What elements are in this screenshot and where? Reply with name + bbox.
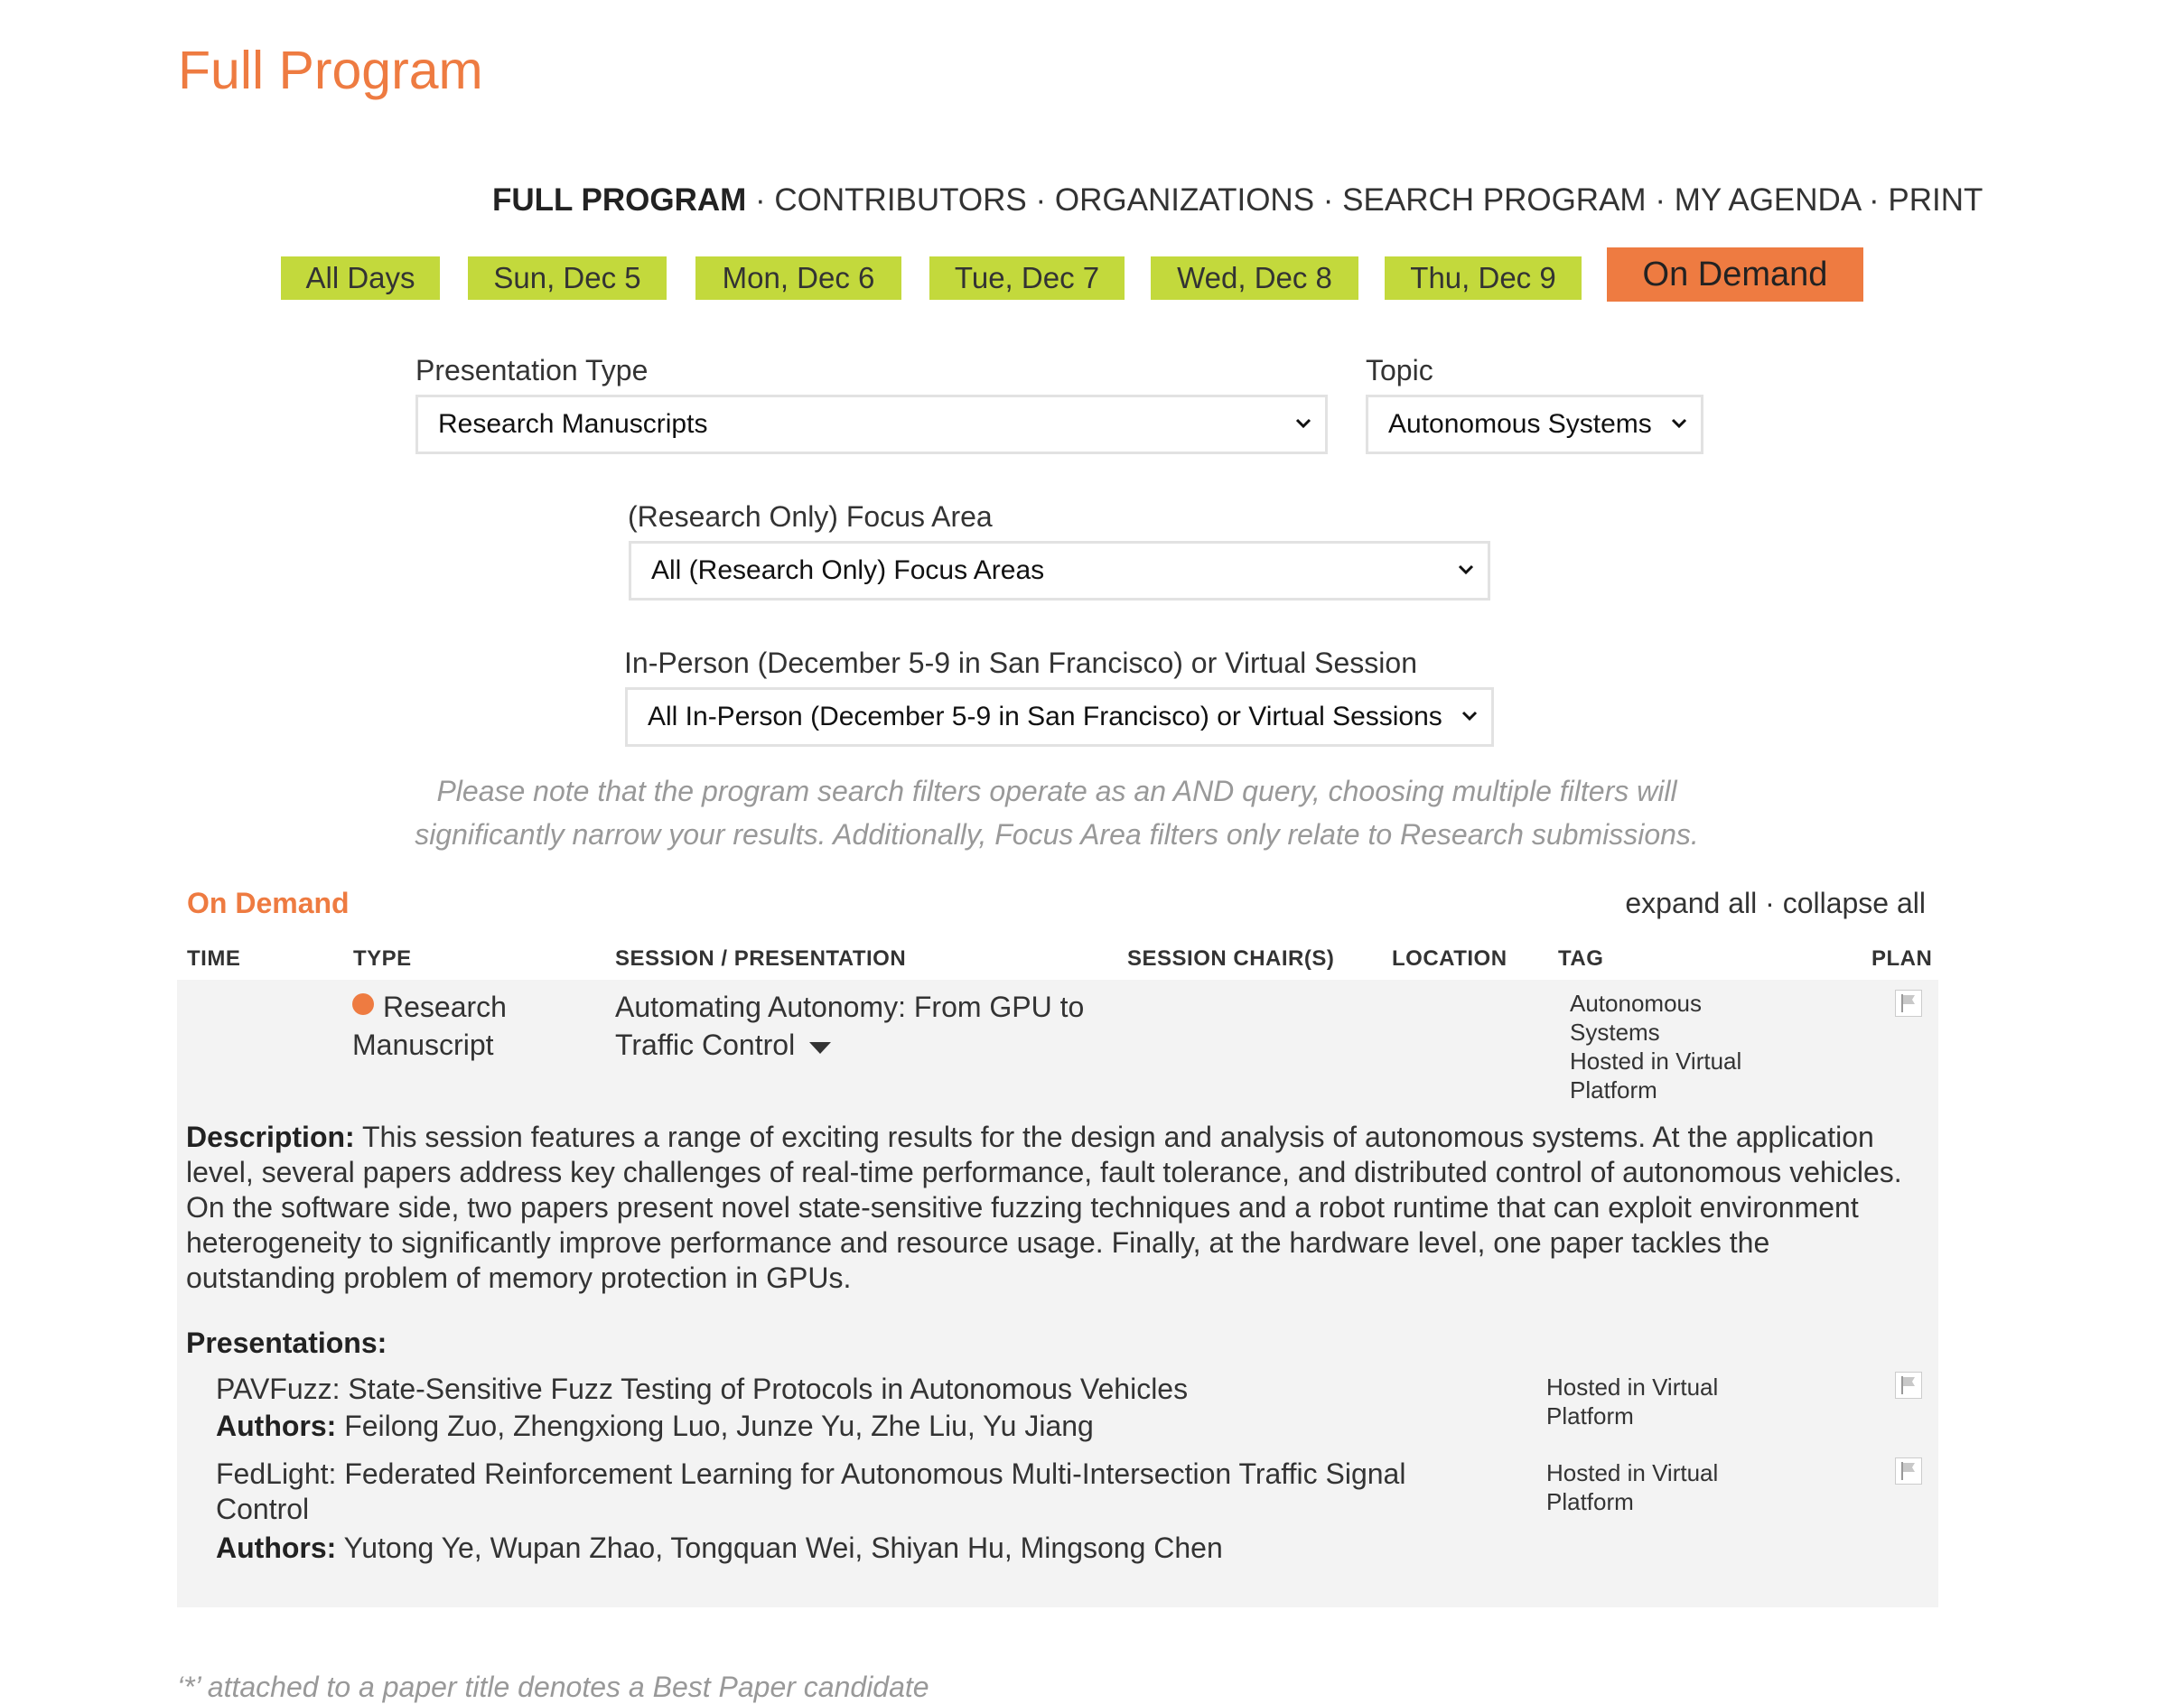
description-line: outstanding problem of memory protection… [186, 1262, 852, 1294]
tag-line: Autonomous [1570, 990, 1702, 1017]
link-separator: · [1757, 887, 1783, 919]
nav-my-agenda[interactable]: MY AGENDA [1675, 182, 1861, 218]
nav-separator: · [1026, 182, 1055, 218]
topic-value: Autonomous Systems [1388, 409, 1652, 439]
day-button-sun-dec-5[interactable]: Sun, Dec 5 [468, 256, 667, 300]
column-header-plan: PLAN [1871, 946, 1933, 971]
filter-note-line: significantly narrow your results. Addit… [415, 818, 1699, 851]
presentation-item: FedLight: Federated Reinforcement Learni… [216, 1457, 1405, 1566]
focus-area-value: All (Research Only) Focus Areas [651, 555, 1045, 585]
presentation-title[interactable]: FedLight: Federated Reinforcement Learni… [216, 1457, 1405, 1492]
column-header-tag: TAG [1558, 946, 1604, 971]
filter-note: Please note that the program search filt… [343, 769, 1770, 856]
tag-line: Platform [1570, 1076, 1657, 1103]
filter-note-line: Please note that the program search filt… [436, 775, 1677, 807]
topic-select[interactable]: Autonomous Systems [1366, 395, 1703, 454]
status-dot-icon [352, 993, 374, 1015]
session-type-line: Manuscript [352, 1029, 494, 1061]
session-title-line: Traffic Control [615, 1029, 796, 1061]
presentation-tags: Hosted in Virtual Platform [1546, 1373, 1718, 1430]
day-button-all-days[interactable]: All Days [281, 256, 440, 300]
session-title-line: Automating Autonomy: From GPU to [615, 991, 1085, 1023]
nav-separator: · [1860, 182, 1889, 218]
nav-separator: · [746, 182, 775, 218]
day-button-mon-dec-6[interactable]: Mon, Dec 6 [695, 256, 901, 300]
day-button-on-demand[interactable]: On Demand [1607, 247, 1863, 302]
description-line: On the software side, two papers present… [186, 1191, 1859, 1224]
nav-search-program[interactable]: SEARCH PROGRAM [1342, 182, 1646, 218]
description-line: heterogeneity to significantly improve p… [186, 1226, 1770, 1259]
session-title[interactable]: Automating Autonomy: From GPU to Traffic… [615, 988, 1084, 1064]
tag-line: Systems [1570, 1019, 1660, 1046]
column-header-time: TIME [187, 946, 241, 971]
nav-print[interactable]: PRINT [1888, 182, 1983, 218]
flag-icon[interactable] [1895, 1372, 1922, 1399]
chevron-down-icon [1671, 418, 1687, 429]
page-title: Full Program [178, 41, 483, 100]
section-heading: On Demand [187, 887, 350, 919]
topic-label: Topic [1366, 354, 1433, 386]
session-description: Description: This session features a ran… [186, 1120, 1902, 1296]
session-type-line: Research [383, 991, 507, 1023]
tag-line: Platform [1546, 1402, 1634, 1429]
tag-line: Hosted in Virtual [1546, 1373, 1719, 1401]
description-line: level, several papers address key challe… [186, 1156, 1902, 1188]
chevron-down-icon [1458, 564, 1474, 575]
caret-down-icon[interactable] [808, 1040, 832, 1055]
presentation-title[interactable]: Control [216, 1492, 1405, 1527]
presentation-authors: Yutong Ye, Wupan Zhao, Tongquan Wei, Shi… [343, 1532, 1223, 1564]
collapse-all-link[interactable]: collapse all [1783, 887, 1926, 919]
day-button-wed-dec-8[interactable]: Wed, Dec 8 [1151, 256, 1358, 300]
expand-collapse-controls: expand all · collapse all [1625, 887, 1926, 920]
flag-icon[interactable] [1895, 1457, 1922, 1485]
nav-organizations[interactable]: ORGANIZATIONS [1055, 182, 1314, 218]
session-tags: Autonomous Systems Hosted in Virtual Pla… [1570, 989, 1741, 1104]
column-header-session: SESSION / PRESENTATION [615, 946, 907, 971]
focus-area-label: (Research Only) Focus Area [628, 500, 993, 533]
presentation-title[interactable]: PAVFuzz: State-Sensitive Fuzz Testing of… [216, 1371, 1188, 1408]
nav-full-program[interactable]: FULL PROGRAM [492, 182, 746, 218]
nav-contributors[interactable]: CONTRIBUTORS [774, 182, 1026, 218]
session-mode-value: All In-Person (December 5-9 in San Franc… [648, 702, 1442, 731]
focus-area-select[interactable]: All (Research Only) Focus Areas [629, 541, 1490, 601]
expand-all-link[interactable]: expand all [1625, 887, 1757, 919]
tag-line: Hosted in Virtual [1570, 1048, 1742, 1075]
authors-label: Authors: [216, 1532, 337, 1564]
presentation-type-label: Presentation Type [415, 354, 649, 386]
chevron-down-icon [1295, 418, 1311, 429]
tag-line: Hosted in Virtual [1546, 1459, 1719, 1486]
session-mode-select[interactable]: All In-Person (December 5-9 in San Franc… [625, 687, 1494, 747]
description-label: Description: [186, 1121, 355, 1153]
session-type: Research Manuscript [352, 988, 507, 1064]
presentation-tags: Hosted in Virtual Platform [1546, 1458, 1718, 1516]
column-header-type: TYPE [353, 946, 412, 971]
presentations-label: Presentations: [186, 1327, 387, 1359]
column-header-session-chairs: SESSION CHAIR(S) [1127, 946, 1335, 971]
program-nav: FULL PROGRAM · CONTRIBUTORS · ORGANIZATI… [492, 182, 1983, 219]
description-line: This session features a range of excitin… [362, 1121, 1874, 1153]
presentation-type-value: Research Manuscripts [438, 409, 708, 439]
day-button-thu-dec-9[interactable]: Thu, Dec 9 [1385, 256, 1582, 300]
chevron-down-icon [1461, 711, 1478, 722]
nav-separator: · [1646, 182, 1675, 218]
authors-label: Authors: [216, 1410, 337, 1442]
session-mode-label: In-Person (December 5-9 in San Francisco… [624, 647, 1417, 679]
day-button-tue-dec-7[interactable]: Tue, Dec 7 [929, 256, 1125, 300]
presentation-type-select[interactable]: Research Manuscripts [415, 395, 1328, 454]
presentation-item: PAVFuzz: State-Sensitive Fuzz Testing of… [216, 1371, 1188, 1445]
nav-separator: · [1314, 182, 1343, 218]
flag-icon[interactable] [1895, 990, 1922, 1017]
tag-line: Platform [1546, 1488, 1634, 1515]
best-paper-footnote: ‘*’ attached to a paper title denotes a … [177, 1671, 929, 1703]
column-header-location: LOCATION [1392, 946, 1507, 971]
presentation-authors: Feilong Zuo, Zhengxiong Luo, Junze Yu, Z… [344, 1410, 1094, 1442]
